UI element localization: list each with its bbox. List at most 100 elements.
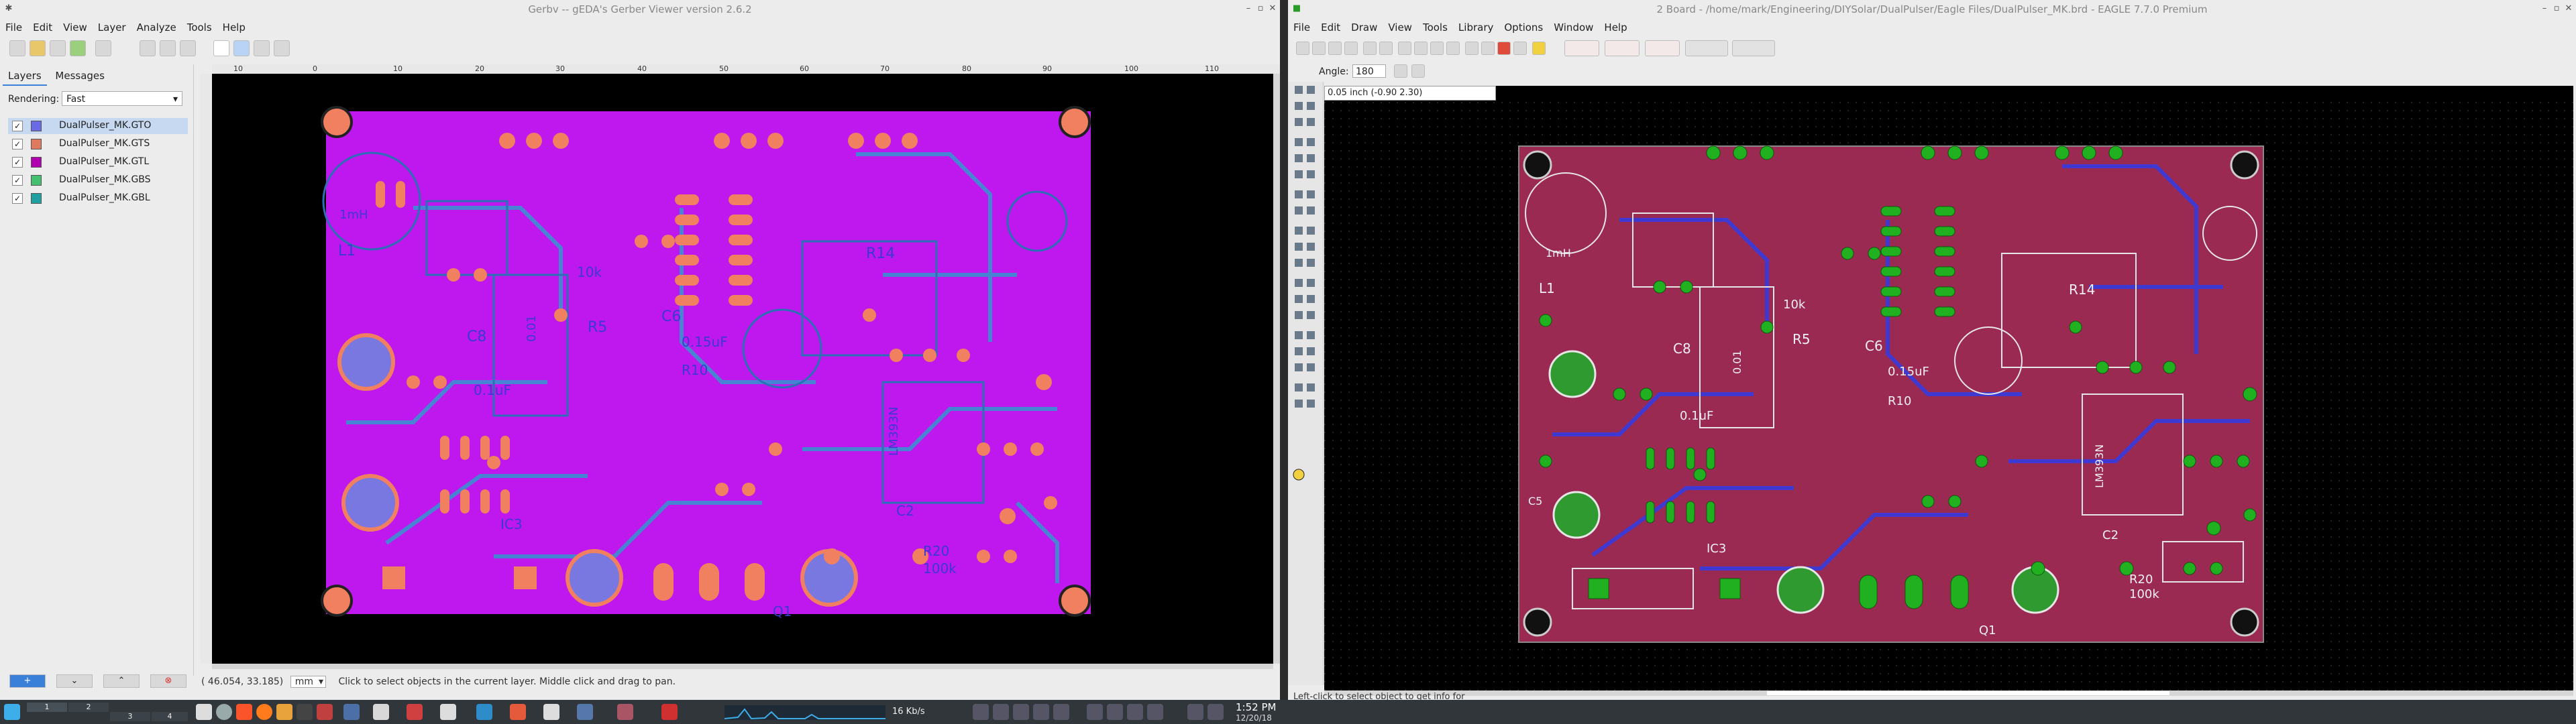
app-icon[interactable] [216, 704, 232, 720]
file-icon[interactable] [196, 704, 212, 720]
layer-visible-checkbox[interactable]: ✓ [12, 121, 23, 131]
display-icon[interactable] [1033, 704, 1049, 720]
zoom-in-icon[interactable] [1414, 42, 1428, 55]
menu-tools[interactable]: Tools [182, 19, 217, 34]
spin-icon[interactable] [1411, 64, 1425, 78]
zoom-fit-icon[interactable] [1398, 42, 1411, 55]
desktop-1[interactable]: 1 [27, 703, 67, 712]
board-icon[interactable] [1363, 42, 1377, 55]
pan-tool-icon[interactable] [233, 40, 250, 56]
network-icon[interactable] [1147, 704, 1163, 720]
desktop-3[interactable]: 3 [110, 712, 150, 721]
zoom-out-icon[interactable] [160, 40, 176, 56]
print-icon[interactable] [95, 40, 111, 56]
menu-view[interactable]: View [58, 19, 93, 34]
eagle-titlebar[interactable]: ■ 2 Board - /home/mark/Engineering/DIYSo… [1288, 0, 2576, 19]
layer-visible-checkbox[interactable]: ✓ [12, 157, 23, 168]
battery-icon[interactable] [1107, 704, 1123, 720]
menu-options[interactable]: Options [1499, 19, 1548, 34]
zoom-tool-icon[interactable] [254, 40, 270, 56]
brave-icon[interactable] [236, 704, 252, 720]
open-icon[interactable] [30, 40, 46, 56]
maximize-icon[interactable]: ▫ [2552, 4, 2561, 13]
layer-row-gts[interactable]: ✓ DualPulser_MK.GTS [8, 136, 188, 152]
close-icon[interactable]: ✕ [1268, 4, 1277, 13]
window-task-icon[interactable] [577, 704, 593, 720]
stop-icon[interactable] [1497, 42, 1511, 55]
layer-visible-checkbox[interactable]: ✓ [12, 175, 23, 186]
zoom-in-icon[interactable] [140, 40, 156, 56]
layer-color-swatch[interactable] [31, 157, 42, 168]
menu-file[interactable]: File [0, 19, 28, 34]
layer-row-gbl[interactable]: ✓ DualPulser_MK.GBL [8, 190, 188, 206]
menu-library[interactable]: Library [1453, 19, 1499, 34]
eagle-canvas[interactable]: 0.05 inch (-0.90 2.30) L1 C8 C6 R5 R10 R… [1324, 86, 2573, 690]
menu-draw[interactable]: Draw [1346, 19, 1383, 34]
bluetooth-icon[interactable] [1053, 704, 1069, 720]
vertical-scrollbar[interactable] [1273, 74, 1280, 664]
unit-select[interactable]: mm ▾ [290, 676, 326, 688]
gerbv-canvas[interactable]: L1 C8 C6 R5 R10 R14 IC3 C2 R20 100k Q1 0… [212, 74, 1273, 664]
gerbv-titlebar[interactable]: ✱ Gerbv -- gEDA's Gerber Viewer version … [0, 0, 1280, 19]
clipboard-icon[interactable] [973, 704, 989, 720]
move-up-button[interactable]: ⌃ [103, 674, 140, 688]
print-icon[interactable] [1328, 42, 1342, 55]
clock-date[interactable]: 12/20/18 [1236, 713, 1272, 723]
open-icon[interactable] [1296, 42, 1309, 55]
save-icon[interactable] [70, 40, 86, 56]
remove-layer-button[interactable]: ⊗ [150, 674, 186, 688]
layer-color-swatch[interactable] [31, 121, 42, 131]
pointer-tool-icon[interactable] [213, 40, 229, 56]
help-icon[interactable] [1532, 42, 1546, 55]
menu-file[interactable]: File [1288, 19, 1316, 34]
menu-analyze[interactable]: Analyze [131, 19, 182, 34]
tab-layers[interactable]: Layers [3, 67, 47, 86]
layer-color-swatch[interactable] [31, 139, 42, 149]
layer-row-gbs[interactable]: ✓ DualPulser_MK.GBS [8, 172, 188, 188]
minimize-icon[interactable]: – [1244, 4, 1253, 13]
go-icon[interactable] [1513, 42, 1527, 55]
menu-layer[interactable]: Layer [93, 19, 131, 34]
design-link-icon[interactable] [1564, 40, 1599, 56]
layer-color-swatch[interactable] [31, 175, 42, 186]
window-task-icon[interactable] [343, 704, 360, 720]
window-task-icon[interactable] [617, 704, 633, 720]
window-task-icon[interactable] [407, 704, 423, 720]
menu-window[interactable]: Window [1548, 19, 1599, 34]
revert-icon[interactable] [50, 40, 66, 56]
window-task-icon[interactable] [510, 704, 526, 720]
angle-select[interactable]: 180 [1352, 64, 1386, 78]
zoom-out-icon[interactable] [1430, 42, 1444, 55]
cam-icon[interactable] [1344, 42, 1358, 55]
notifications-icon[interactable] [1187, 704, 1203, 720]
redo-icon[interactable] [1481, 42, 1495, 55]
rendering-select[interactable]: Fast ▾ [62, 91, 182, 106]
move-down-button[interactable]: ⌄ [56, 674, 93, 688]
folder-icon[interactable] [276, 704, 292, 720]
undo-icon[interactable] [1465, 42, 1479, 55]
script-icon[interactable] [1379, 42, 1393, 55]
close-icon[interactable]: ✕ [2564, 4, 2573, 13]
save-icon[interactable] [1312, 42, 1326, 55]
menu-edit[interactable]: Edit [1316, 19, 1346, 34]
terminal-icon[interactable] [297, 704, 313, 720]
measure-tool-icon[interactable] [274, 40, 290, 56]
menu-tools[interactable]: Tools [1417, 19, 1453, 34]
printer-icon[interactable] [1087, 704, 1103, 720]
updates-icon[interactable] [1013, 704, 1029, 720]
layer-visible-checkbox[interactable]: ✓ [12, 139, 23, 149]
layer-row-gto[interactable]: ✓ DualPulser_MK.GTO [8, 118, 188, 134]
window-task-icon[interactable] [543, 704, 559, 720]
lock-icon[interactable] [993, 704, 1009, 720]
virtual-desktop-pager[interactable]: 1 2 3 4 [27, 703, 188, 721]
menu-help[interactable]: Help [217, 19, 251, 34]
clock-time[interactable]: 1:52 PM [1236, 701, 1276, 713]
window-task-icon[interactable] [440, 704, 456, 720]
order-pcb-icon[interactable] [1645, 40, 1680, 56]
redraw-icon[interactable] [1446, 42, 1460, 55]
window-task-icon[interactable] [661, 704, 678, 720]
tray-expand-icon[interactable] [1208, 704, 1224, 720]
tab-messages[interactable]: Messages [50, 67, 110, 84]
layer-visible-checkbox[interactable]: ✓ [12, 193, 23, 204]
app-icon[interactable] [317, 704, 333, 720]
